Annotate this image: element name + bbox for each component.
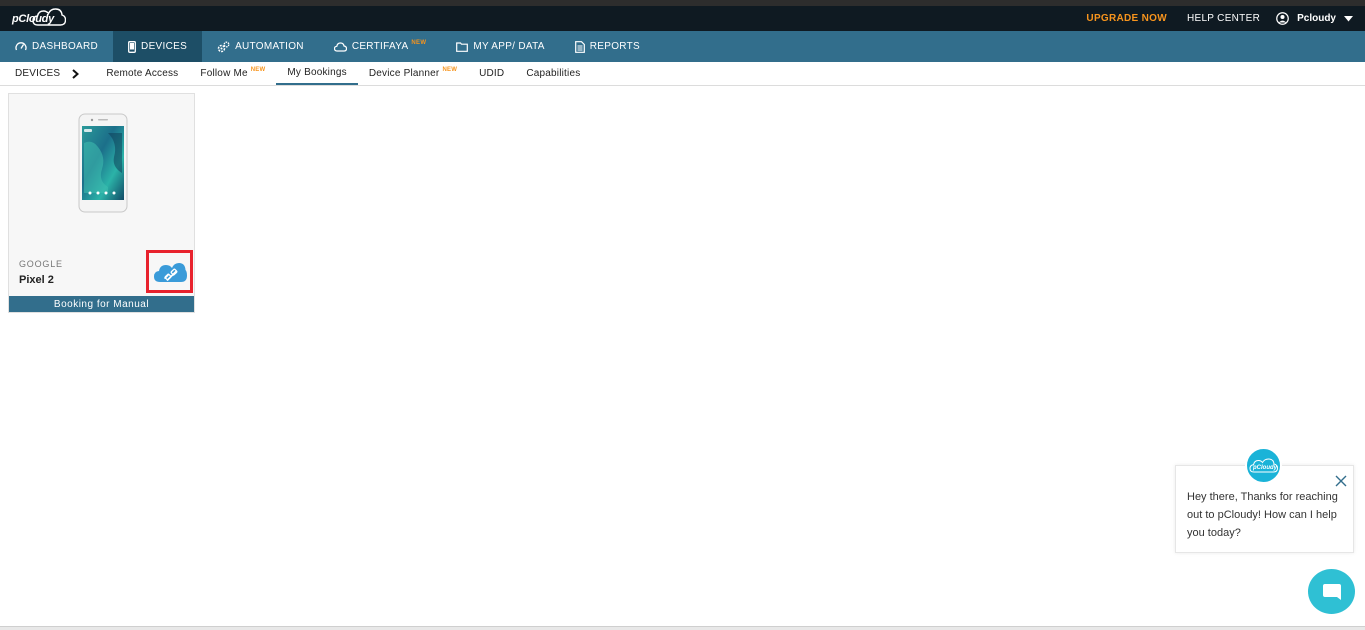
nav-reports-label: REPORTS	[589, 41, 640, 52]
top-right-menu: UPGRADE NOW HELP CENTER Pcloudy	[1086, 6, 1365, 31]
subnav-udid-label: UDID	[479, 68, 505, 79]
nav-devices[interactable]: DEVICES	[113, 31, 203, 62]
upgrade-now-link[interactable]: UPGRADE NOW	[1086, 13, 1167, 24]
subnav-follow-me-label: Follow Me	[200, 68, 248, 79]
subnav-device-planner-label: Device Planner	[368, 68, 440, 79]
user-menu[interactable]: Pcloudy	[1276, 12, 1353, 25]
connect-device-button[interactable]	[146, 250, 193, 293]
folder-icon	[456, 41, 469, 52]
booking-status-bar: Booking for Manual	[9, 296, 194, 312]
caret-down-icon	[1344, 15, 1353, 21]
window-bottom-edge	[0, 626, 1365, 630]
device-brand: GOOGLE	[19, 259, 63, 269]
device-model: Pixel 2	[19, 274, 54, 286]
cloud-icon	[333, 41, 347, 52]
subnav-my-bookings-label: My Bookings	[287, 67, 347, 78]
subnav-device-planner[interactable]: Device Planner NEW	[358, 62, 468, 85]
new-badge: NEW	[442, 66, 458, 73]
nav-my-app-data-label: MY APP/ DATA	[473, 41, 545, 52]
subnav-follow-me[interactable]: Follow Me NEW	[189, 62, 276, 85]
gears-icon	[217, 41, 230, 52]
logo-text: pCloudy	[12, 13, 54, 25]
top-bar: pCloudy UPGRADE NOW HELP CENTER Pcloudy	[0, 6, 1365, 31]
subnav-section-label: DEVICES	[15, 68, 61, 79]
nav-reports[interactable]: REPORTS	[560, 31, 655, 62]
nav-certifaya[interactable]: CERTIFAYA NEW	[319, 31, 442, 62]
subnav-my-bookings[interactable]: My Bookings	[276, 62, 358, 85]
subnav-capabilities[interactable]: Capabilities	[515, 62, 591, 85]
subnav-capabilities-label: Capabilities	[526, 68, 581, 79]
new-badge: NEW	[411, 39, 427, 46]
main-navigation: DASHBOARD DEVICES AUTOMATION CERTIFAYA N…	[0, 31, 1365, 62]
nav-automation-label: AUTOMATION	[235, 41, 304, 52]
chat-bubble-icon	[1322, 583, 1341, 600]
subnav-devices-section[interactable]: DEVICES	[0, 62, 95, 85]
close-icon[interactable]	[1335, 475, 1347, 487]
avatar-text: pCloudy	[1252, 465, 1278, 471]
new-badge: NEW	[250, 66, 266, 73]
nav-certifaya-label: CERTIFAYA	[351, 41, 409, 52]
subnav-udid[interactable]: UDID	[468, 62, 515, 85]
gauge-icon	[15, 42, 27, 51]
nav-dashboard-label: DASHBOARD	[32, 41, 99, 52]
device-card: GOOGLE Pixel 2 Booking for Manual	[8, 93, 195, 313]
sub-navigation: DEVICES Remote Access Follow Me NEW My B…	[0, 62, 1365, 86]
nav-my-app-data[interactable]: MY APP/ DATA	[441, 31, 559, 62]
chat-launcher-button[interactable]	[1308, 569, 1355, 614]
chat-message: Hey there, Thanks for reaching out to pC…	[1187, 491, 1338, 539]
user-name: Pcloudy	[1297, 13, 1336, 24]
phone-image	[78, 113, 128, 213]
pcloudy-avatar-icon: pCloudy	[1248, 457, 1278, 472]
subnav-remote-access-label: Remote Access	[106, 68, 179, 79]
pcloudy-logo[interactable]: pCloudy	[12, 8, 66, 29]
nav-automation[interactable]: AUTOMATION	[202, 31, 319, 62]
nav-devices-label: DEVICES	[141, 41, 188, 52]
help-center-link[interactable]: HELP CENTER	[1187, 13, 1260, 24]
cloud-connect-icon	[153, 262, 187, 282]
mobile-icon	[128, 40, 136, 53]
nav-dashboard[interactable]: DASHBOARD	[0, 31, 113, 62]
chat-avatar: pCloudy	[1245, 447, 1282, 484]
subnav-remote-access[interactable]: Remote Access	[95, 62, 189, 85]
chevron-right-icon	[72, 68, 80, 79]
user-avatar-icon	[1276, 12, 1289, 25]
document-icon	[574, 40, 585, 53]
